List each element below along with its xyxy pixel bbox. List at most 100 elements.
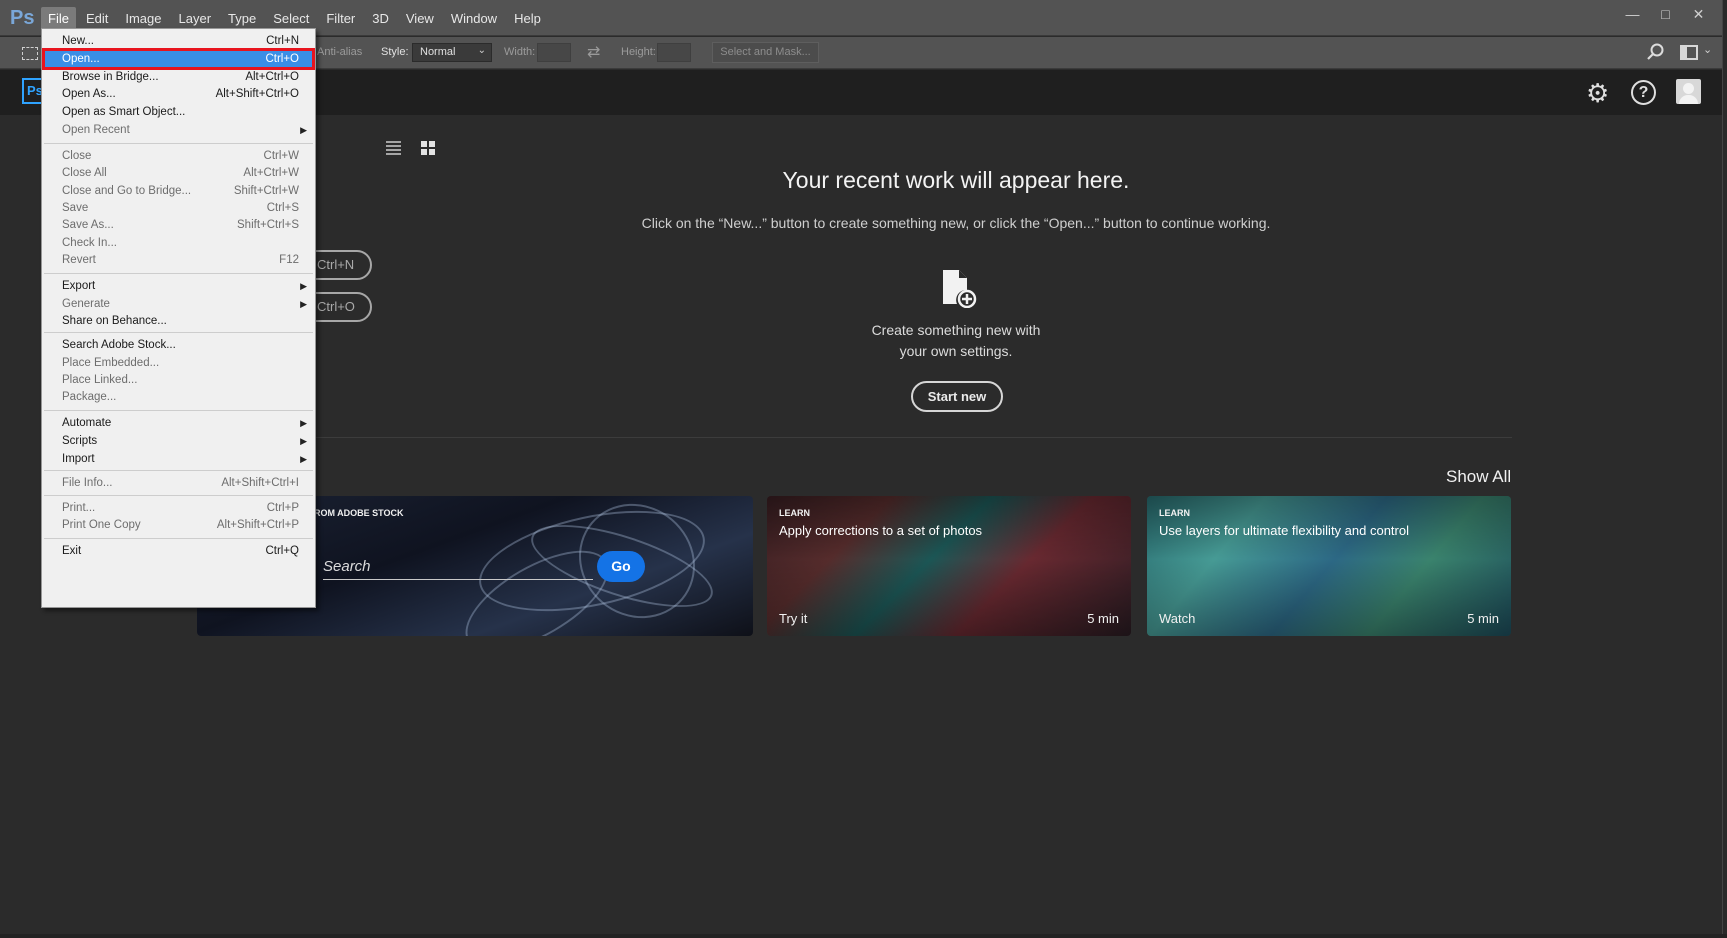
new-document-icon <box>943 270 977 308</box>
file-menu-item-save[interactable]: Save Ctrl+S <box>44 199 313 217</box>
gear-icon[interactable]: ⚙ <box>1586 80 1612 106</box>
file-menu-item-open-as[interactable]: Open As... Alt+Shift+Ctrl+O <box>44 85 313 103</box>
file-menu-item-export[interactable]: Export ▶ <box>44 277 313 295</box>
file-menu-item-browse-in-bridge[interactable]: Browse in Bridge... Alt+Ctrl+O <box>44 68 313 86</box>
avatar[interactable] <box>1676 79 1701 104</box>
file-menu-item-file-info[interactable]: File Info... Alt+Shift+Ctrl+I <box>44 474 313 492</box>
menu-item-label: Automate <box>62 417 112 429</box>
search-icon[interactable] <box>1646 42 1666 62</box>
learn-card-action[interactable]: Watch <box>1159 611 1195 626</box>
menu-item-label: Open Recent <box>62 124 130 136</box>
file-menu-item-package[interactable]: Package... <box>44 388 313 406</box>
menu-item-shortcut: Alt+Shift+Ctrl+I <box>221 477 299 489</box>
learn-card-label: LEARN <box>779 508 810 518</box>
menu-item-label: Open... <box>62 53 100 65</box>
menu-item-label: Place Linked... <box>62 374 138 386</box>
file-menu-item-check-in[interactable]: Check In... <box>44 234 313 252</box>
menu-view[interactable]: View <box>399 7 441 30</box>
file-menu-item-open[interactable]: Open... Ctrl+O <box>42 48 315 70</box>
help-icon[interactable]: ? <box>1631 80 1656 105</box>
marquee-tool-icon[interactable] <box>22 47 38 60</box>
menu-separator <box>44 470 313 471</box>
menu-separator <box>44 410 313 411</box>
create-line-1: Create something new with <box>871 322 1041 338</box>
width-field[interactable] <box>537 43 571 62</box>
file-menu-item-search-adobe-stock[interactable]: Search Adobe Stock... <box>44 336 313 354</box>
menu-item-label: Open As... <box>62 88 116 100</box>
menu-item-label: Open as Smart Object... <box>62 106 186 118</box>
list-view-icon[interactable] <box>386 141 401 155</box>
menu-item-label: Close <box>62 150 92 162</box>
height-field[interactable] <box>657 43 691 62</box>
file-menu-item-close[interactable]: Close Ctrl+W <box>44 147 313 165</box>
grid-view-icon[interactable] <box>421 141 435 155</box>
anti-alias-label: Anti-alias <box>317 46 363 58</box>
style-value: Normal <box>420 46 456 58</box>
file-menu-item-scripts[interactable]: Scripts ▶ <box>44 432 313 450</box>
menu-separator <box>44 495 313 496</box>
menu-item-label: Close All <box>62 167 107 179</box>
chevron-down-icon: ⌄ <box>477 45 486 56</box>
menu-item-label: Generate <box>62 298 110 310</box>
learn-card[interactable]: LEARN Apply corrections to a set of phot… <box>767 496 1131 636</box>
file-menu-item-close-and-go-to-bridge[interactable]: Close and Go to Bridge... Shift+Ctrl+W <box>44 182 313 200</box>
menu-item-label: Import <box>62 453 95 465</box>
minimize-button[interactable]: — <box>1616 2 1649 26</box>
scrollbar[interactable] <box>1722 0 1727 938</box>
file-menu-item-import[interactable]: Import ▶ <box>44 450 313 468</box>
start-new-button[interactable]: Start new <box>911 381 1003 412</box>
file-menu-item-close-all[interactable]: Close All Alt+Ctrl+W <box>44 164 313 182</box>
menu-window[interactable]: Window <box>444 7 504 30</box>
file-menu-item-generate[interactable]: Generate ▶ <box>44 295 313 313</box>
select-and-mask-button[interactable]: Select and Mask... <box>712 42 819 63</box>
stock-card-label: ROM ADOBE STOCK <box>314 508 404 518</box>
learn-card-action[interactable]: Try it <box>779 611 807 626</box>
file-menu-item-place-embedded[interactable]: Place Embedded... <box>44 354 313 372</box>
learn-card[interactable]: LEARN Use layers for ultimate flexibilit… <box>1147 496 1511 636</box>
menu-item-label: Export <box>62 280 96 292</box>
file-menu-item-save-as[interactable]: Save As... Shift+Ctrl+S <box>44 216 313 234</box>
menu-filter[interactable]: Filter <box>319 7 362 30</box>
menu-item-label: New... <box>62 35 94 47</box>
style-select[interactable]: Normal ⌄ <box>412 43 492 62</box>
menu-item-shortcut: Alt+Shift+Ctrl+P <box>216 519 299 531</box>
width-label: Width: <box>504 46 536 58</box>
file-menu-item-share-on-behance[interactable]: Share on Behance... <box>44 312 313 330</box>
menu-item-shortcut: Alt+Shift+Ctrl+O <box>215 88 299 100</box>
menu-separator <box>44 143 313 144</box>
chevron-down-icon[interactable]: ⌄ <box>1703 43 1712 56</box>
stock-go-button[interactable]: Go <box>597 551 645 582</box>
file-menu-item-open-recent[interactable]: Open Recent ▶ <box>44 121 313 139</box>
menu-select[interactable]: Select <box>266 7 316 30</box>
file-menu-item-revert[interactable]: Revert F12 <box>44 251 313 269</box>
menu-help[interactable]: Help <box>507 7 548 30</box>
menu-item-shortcut: F12 <box>279 254 299 266</box>
menu-item-shortcut: Ctrl+S <box>266 202 299 214</box>
menu-type[interactable]: Type <box>221 7 263 30</box>
file-menu-item-print-one-copy[interactable]: Print One Copy Alt+Shift+Ctrl+P <box>44 516 313 534</box>
menu-edit[interactable]: Edit <box>79 7 115 30</box>
chevron-right-icon: ▶ <box>300 454 307 464</box>
menu-3d[interactable]: 3D <box>365 7 396 30</box>
menu-separator <box>44 538 313 539</box>
stock-search-input[interactable]: Search <box>323 558 593 580</box>
menu-image[interactable]: Image <box>118 7 168 30</box>
learn-card-title: Use layers for ultimate flexibility and … <box>1159 523 1409 538</box>
menu-file[interactable]: File <box>41 6 76 30</box>
file-menu-item-place-linked[interactable]: Place Linked... <box>44 371 313 389</box>
file-menu-item-automate[interactable]: Automate ▶ <box>44 414 313 432</box>
menu-item-shortcut: Alt+Ctrl+O <box>245 71 299 83</box>
menu-item-label: Close and Go to Bridge... <box>62 185 192 197</box>
file-menu-item-exit[interactable]: Exit Ctrl+Q <box>44 542 313 560</box>
file-menu-item-open-as-smart-object[interactable]: Open as Smart Object... <box>44 103 313 121</box>
swap-icon[interactable]: ⇄ <box>587 42 600 62</box>
file-menu-item-print[interactable]: Print... Ctrl+P <box>44 499 313 517</box>
file-menu-item-new[interactable]: New... Ctrl+N <box>44 32 313 50</box>
menu-layer[interactable]: Layer <box>172 7 219 30</box>
show-all-link[interactable]: Show All <box>1446 467 1511 487</box>
close-button[interactable]: ✕ <box>1682 2 1715 26</box>
workspace-icon[interactable] <box>1680 45 1698 60</box>
section-divider <box>310 437 1512 438</box>
menu-item-label: Save As... <box>62 219 114 231</box>
restore-button[interactable]: □ <box>1649 2 1682 26</box>
